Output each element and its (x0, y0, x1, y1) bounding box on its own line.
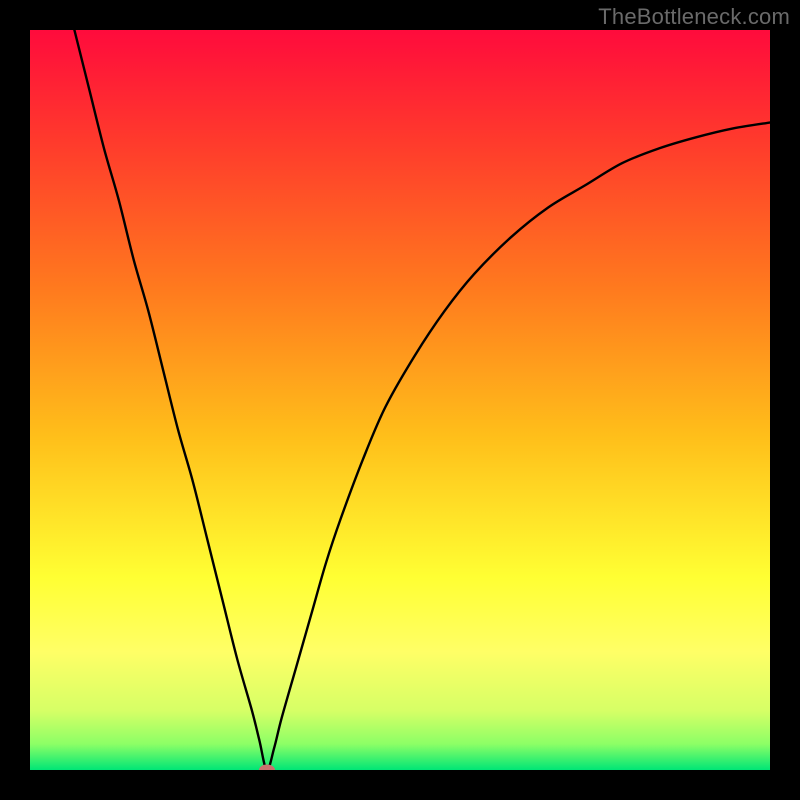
optimum-marker (259, 765, 275, 771)
plot-area (30, 30, 770, 770)
background-gradient (30, 30, 770, 770)
chart-frame: TheBottleneck.com (0, 0, 800, 800)
watermark-text: TheBottleneck.com (598, 4, 790, 30)
